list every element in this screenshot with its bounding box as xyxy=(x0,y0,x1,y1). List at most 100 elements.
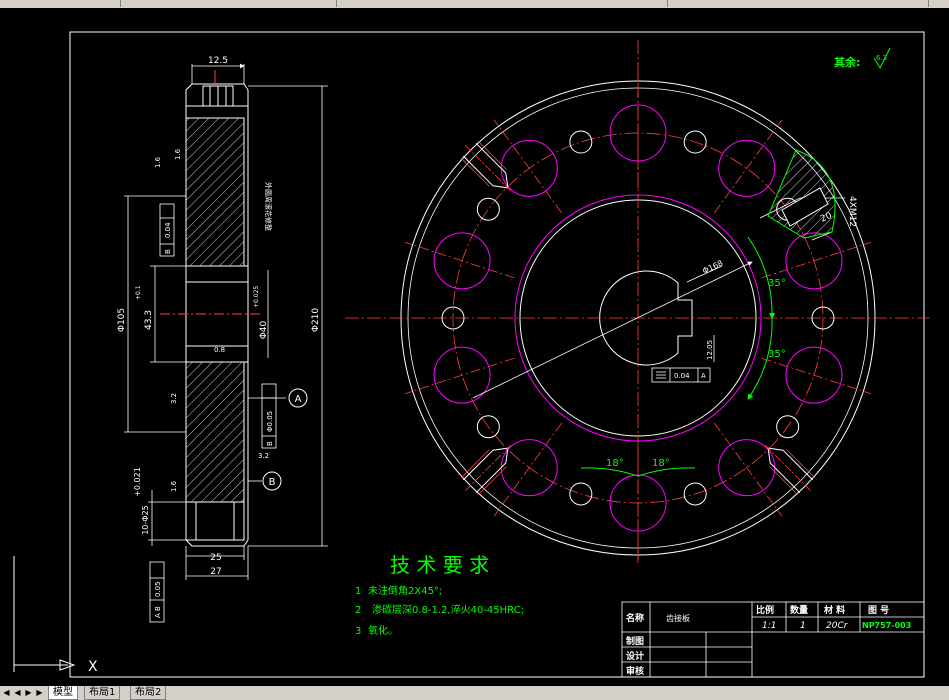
tb-material: 20Cr xyxy=(826,621,849,631)
tech-item-1: 未注倒角2X45°; xyxy=(368,584,442,597)
tab-layout1[interactable]: 布局1 xyxy=(84,686,121,700)
front-view xyxy=(345,40,930,563)
tab-layout2[interactable]: 布局2 xyxy=(130,686,167,700)
fcf-parallel-tol: 0.04 xyxy=(164,222,172,238)
dim-d210: Φ210 xyxy=(311,308,321,333)
rough-3-2: 3.2 xyxy=(170,393,178,404)
dim-thread: 4XM12 xyxy=(847,196,857,227)
fcf-parallel: 0.04 B xyxy=(159,203,175,257)
tb-scale: 1:1 xyxy=(762,621,776,631)
rough-1-6: 1.6 xyxy=(170,480,178,492)
tab-model[interactable]: 模型 xyxy=(48,686,78,700)
radial-line xyxy=(761,241,872,279)
radial-line xyxy=(714,422,783,517)
rough-1-6-top: 1.6 xyxy=(174,148,182,160)
tb-review-label: 审核 xyxy=(626,665,644,677)
layout-tab-bar: ◀ ◀ ▶ ▶ 模型 布局1 布局2 xyxy=(0,686,949,700)
toolbar-segment[interactable] xyxy=(0,0,121,7)
tech-item-3: 氧化。 xyxy=(368,624,398,637)
ucs-x-label: X xyxy=(88,659,98,675)
radial-line xyxy=(404,241,515,279)
small-hole xyxy=(569,130,593,154)
thread-detail xyxy=(767,149,836,239)
ang-18-right: 18° xyxy=(652,458,670,469)
svg-text:A: A xyxy=(295,394,302,405)
dim-w27: 27 xyxy=(210,567,221,577)
radial-line xyxy=(493,422,562,517)
dim-d40-tol: +0.025 xyxy=(253,286,260,308)
toolbar-segment[interactable] xyxy=(668,0,929,7)
ang-18-left: 18° xyxy=(606,458,624,469)
cad-window: 12.5 Φ210 Φ105 43.3 +0.1 Φ40 +0.025 25 2… xyxy=(0,0,949,700)
radial-line xyxy=(493,119,562,214)
fcf-symmetry-ref: A xyxy=(701,372,706,380)
fcf-position-ref: A B xyxy=(154,606,162,618)
ang-35-lower: 35° xyxy=(768,349,786,360)
dim-d168: Φ168 xyxy=(701,259,724,276)
fcf-runout-ref: B xyxy=(266,441,274,446)
radial-line xyxy=(714,119,783,214)
tech-title: 技 术 要 求 xyxy=(390,553,489,577)
dim-d43-tol: +0.1 xyxy=(135,285,142,300)
tb-name: 齿接板 xyxy=(666,613,690,623)
toolbar-segment[interactable] xyxy=(337,0,668,7)
tab-first-icon[interactable]: ◀ xyxy=(2,687,11,698)
dim-d40: Φ40 xyxy=(259,320,269,339)
title-block-text: 名称 齿接板 比例 1:1 数量 1 材 料 20Cr 图 号 NP757-00… xyxy=(626,604,911,677)
dim-w25: 25 xyxy=(210,553,221,563)
tb-name-label: 名称 xyxy=(626,612,644,624)
dim-key: 12.05 xyxy=(706,340,714,360)
hatch-lower xyxy=(185,361,245,503)
tb-design-label: 设计 xyxy=(626,650,644,662)
tech-num-2: 2 xyxy=(355,605,361,616)
tab-last-icon[interactable]: ▶ xyxy=(35,687,44,698)
fcf-runout: Φ0.05 B xyxy=(261,383,277,449)
fcf-symmetry: 0.04 A xyxy=(651,367,711,383)
drawing-canvas[interactable]: 12.5 Φ210 Φ105 43.3 +0.1 Φ40 +0.025 25 2… xyxy=(0,8,949,686)
rough-0-8: 0.8 xyxy=(214,346,225,354)
datum-a: A xyxy=(288,388,308,408)
dim-top-width: 12.5 xyxy=(208,56,228,66)
tab-next-icon[interactable]: ▶ xyxy=(24,687,33,698)
fcf-position: 0.05 A B xyxy=(149,561,165,623)
surface-finish-label: 其余: xyxy=(834,55,860,69)
vertical-note: 外圆周滚花修整 xyxy=(264,182,273,231)
tb-drawing-no-label: 图 号 xyxy=(868,605,889,616)
dim-hole-spec: 10-Φ25 xyxy=(141,505,150,535)
rough-3-2-bottom: 3.2 xyxy=(258,452,269,460)
small-hole xyxy=(476,197,500,221)
tech-item-2: 渗碳层深0.8-1.2,淬火40-45HRC; xyxy=(372,603,524,616)
surface-finish-value: 6.3 xyxy=(876,54,887,62)
tech-num-3: 3 xyxy=(355,626,361,637)
dim-d43: 43.3 xyxy=(144,310,154,330)
fcf-position-tol: 0.05 xyxy=(154,581,162,597)
surface-finish-note: 其余: 6.3 xyxy=(834,47,891,70)
tb-drawn-label: 制图 xyxy=(626,635,644,647)
ang-35-upper: 35° xyxy=(768,278,786,289)
toolbar-segment[interactable] xyxy=(121,0,337,7)
section-view xyxy=(160,70,260,547)
fcf-symmetry-tol: 0.04 xyxy=(674,372,690,380)
ucs-icon: X xyxy=(13,556,98,675)
datum-b: B xyxy=(262,471,282,491)
fcf-parallel-ref: B xyxy=(164,249,172,254)
radial-line xyxy=(761,357,872,395)
tb-scale-label: 比例 xyxy=(756,604,774,616)
hatch-upper xyxy=(185,117,245,267)
fcf-runout-tol: Φ0.05 xyxy=(266,411,274,432)
tb-material-label: 材 料 xyxy=(823,604,845,616)
dim-hole-tol: +0.021 xyxy=(133,467,142,497)
tb-qty-label: 数量 xyxy=(790,604,808,616)
radial-line xyxy=(404,357,515,395)
angle-text: 35° 35° 18° 18° xyxy=(606,278,786,469)
thread-axis xyxy=(765,445,813,493)
toolbar-strip xyxy=(0,0,949,8)
dim-d105: Φ105 xyxy=(117,308,127,332)
thread-axis xyxy=(463,143,511,191)
svg-text:B: B xyxy=(269,477,276,488)
tab-prev-icon[interactable]: ◀ xyxy=(13,687,22,698)
tb-drawing-no: NP757-003 xyxy=(862,621,911,630)
tech-num-1: 1 xyxy=(355,586,361,597)
rough-1-6-side: 1.6 xyxy=(154,156,162,168)
thread-axis xyxy=(463,445,511,493)
